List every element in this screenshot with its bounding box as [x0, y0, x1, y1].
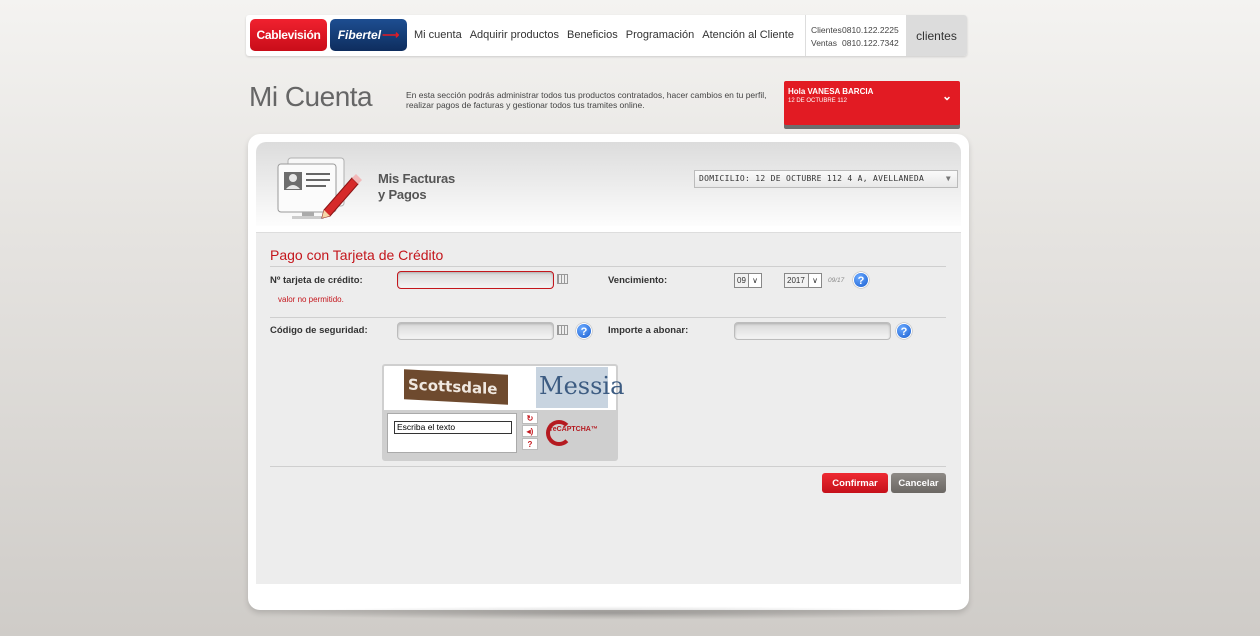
- security-code-label: Código de seguridad:: [270, 325, 368, 336]
- fibertel-logo[interactable]: Fibertel ⟶: [330, 19, 407, 51]
- card-number-label: Nº tarjeta de crédito:: [270, 275, 363, 286]
- expiry-year-value: 2017: [787, 276, 805, 285]
- cablevision-logo[interactable]: Cablevisión: [250, 19, 327, 51]
- swoosh-icon: ⟶: [382, 28, 400, 42]
- divider: [270, 317, 946, 318]
- section-title-line2: y Pagos: [378, 187, 427, 202]
- divider: [270, 466, 946, 467]
- nav-beneficios[interactable]: Beneficios: [567, 29, 618, 41]
- cancel-button[interactable]: Cancelar: [891, 473, 946, 493]
- domicilio-value: DOMICILIO: 12 DE OCTUBRE 112 4 A, AVELLA…: [699, 174, 925, 183]
- dropdown-arrow-icon: ▼: [945, 174, 951, 183]
- chevron-down-icon[interactable]: ⌄: [942, 89, 952, 103]
- card-shadow: [262, 606, 962, 620]
- chevron-down-icon: ∨: [808, 274, 821, 287]
- amount-label: Importe a abonar:: [608, 325, 689, 336]
- recaptcha-widget: Scottsdale Messia Escriba el texto ↻ ◂) …: [382, 364, 624, 461]
- main-card: Mis Facturas y Pagos DOMICILIO: 12 DE OC…: [248, 134, 969, 610]
- audio-icon[interactable]: ◂): [522, 425, 538, 437]
- form-title: Pago con Tarjeta de Crédito: [270, 247, 444, 263]
- user-address: 12 DE OCTUBRE 112: [788, 98, 847, 104]
- help-icon[interactable]: ?: [576, 323, 592, 339]
- recaptcha-logo: reCAPTCHA™: [544, 416, 614, 450]
- domicilio-select[interactable]: DOMICILIO: 12 DE OCTUBRE 112 4 A, AVELLA…: [694, 170, 958, 188]
- section-header: Mis Facturas y Pagos DOMICILIO: 12 DE OC…: [256, 142, 961, 226]
- help-icon[interactable]: ?: [853, 272, 869, 288]
- nav-adquirir-productos[interactable]: Adquirir productos: [470, 29, 559, 41]
- payment-form: Pago con Tarjeta de Crédito Nº tarjeta d…: [256, 232, 961, 584]
- section-title-line1: Mis Facturas: [378, 171, 456, 186]
- clientes-button[interactable]: clientes: [906, 15, 967, 56]
- card-number-error: valor no permitido.: [278, 295, 344, 304]
- keyboard-icon[interactable]: [557, 274, 568, 284]
- ventas-phone-number: 0810.122.7342: [842, 38, 899, 48]
- user-menu[interactable]: Hola VANESA BARCIA 12 DE OCTUBRE 112 ⌄: [784, 81, 960, 125]
- main-nav: Mi cuenta Adquirir productos Beneficios …: [414, 29, 794, 41]
- recaptcha-logo-text: reCAPTCHA™: [550, 426, 598, 433]
- section-title: Mis Facturas y Pagos: [378, 171, 455, 203]
- chevron-down-icon: ∨: [748, 274, 761, 287]
- expiry-month-select[interactable]: 09 ∨: [734, 273, 762, 288]
- keyboard-icon[interactable]: [557, 325, 568, 335]
- ventas-phone-label: Ventas: [811, 38, 837, 48]
- cablevision-logo-text: Cablevisión: [256, 28, 321, 42]
- captcha-input-box: Escriba el texto: [387, 413, 517, 453]
- captcha-controls: Escriba el texto ↻ ◂) ? reCAPTCHA™: [384, 410, 616, 459]
- divider: [270, 266, 946, 267]
- card-number-input[interactable]: [397, 271, 554, 289]
- page-title: Mi Cuenta: [249, 81, 373, 112]
- user-greeting: Hola VANESA BARCIA: [788, 87, 874, 96]
- confirm-button[interactable]: Confirmar: [822, 473, 888, 493]
- top-header: Cablevisión Fibertel ⟶ Mi cuenta Adquirir…: [246, 15, 967, 56]
- phone-numbers: Clientes0810.122.2225 Ventas 0810.122.734…: [805, 15, 906, 56]
- help-icon[interactable]: ?: [522, 438, 538, 450]
- recaptcha-ring-icon: [546, 420, 572, 446]
- page-description: En esta sección podrás administrar todos…: [406, 90, 767, 110]
- expiry-year-select[interactable]: 2017 ∨: [784, 273, 822, 288]
- refresh-icon[interactable]: ↻: [522, 412, 538, 424]
- security-code-input[interactable]: [397, 322, 554, 340]
- expiry-note: 09/17: [828, 277, 845, 284]
- nav-atencion-cliente[interactable]: Atención al Cliente: [702, 29, 794, 41]
- captcha-word-2: Messia: [536, 367, 624, 408]
- amount-input[interactable]: [734, 322, 891, 340]
- invoice-pencil-icon: [277, 157, 362, 219]
- expiry-label: Vencimiento:: [608, 275, 668, 286]
- nav-mi-cuenta[interactable]: Mi cuenta: [414, 29, 462, 41]
- expiry-month-value: 09: [737, 276, 746, 285]
- clientes-phone-number: 0810.122.2225: [842, 25, 899, 35]
- captcha-buttons: ↻ ◂) ?: [522, 412, 540, 456]
- nav-programacion[interactable]: Programación: [626, 29, 694, 41]
- captcha-input[interactable]: Escriba el texto: [394, 421, 512, 434]
- captcha-word-1: Scottsdale: [404, 369, 508, 405]
- help-icon[interactable]: ?: [896, 323, 912, 339]
- clientes-phone-label: Clientes: [811, 25, 842, 35]
- fibertel-logo-text: Fibertel: [337, 28, 382, 42]
